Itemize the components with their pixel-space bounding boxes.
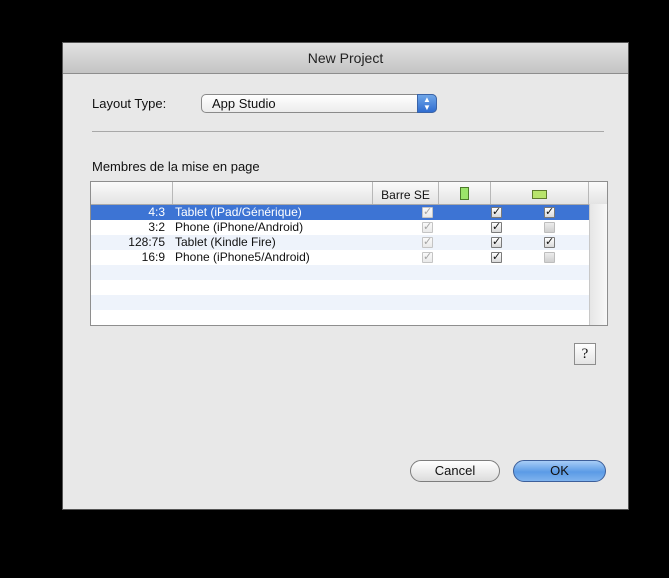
portrait-checkbox[interactable]: ✓ bbox=[491, 207, 502, 218]
header-name[interactable] bbox=[173, 182, 373, 204]
row-ratio: 4:3 bbox=[148, 205, 165, 219]
row-ratio: 16:9 bbox=[141, 250, 165, 264]
barre-se-checkbox: ✓ bbox=[422, 206, 433, 218]
table-row[interactable]: 4:3 Tablet (iPad/Générique) ✓ ✓ ✓ bbox=[91, 205, 589, 220]
new-project-dialog: New Project Layout Type: App Studio ▲ ▼ M… bbox=[62, 42, 629, 510]
row-ratio: 128:75 bbox=[128, 235, 165, 249]
layout-type-label: Layout Type: bbox=[92, 96, 167, 111]
barre-se-checkbox: ✓ bbox=[422, 236, 433, 248]
landscape-icon bbox=[532, 190, 547, 199]
layout-members-table[interactable]: Barre SE 4:3 Tablet (iPad/Générique) ✓ ✓… bbox=[90, 181, 608, 326]
landscape-checkbox[interactable]: ✓ bbox=[544, 237, 555, 248]
empty-row bbox=[91, 265, 589, 280]
table-row[interactable]: 3:2 Phone (iPhone/Android) ✓ ✓ bbox=[91, 220, 589, 235]
portrait-checkbox[interactable]: ✓ bbox=[491, 222, 502, 233]
table-header: Barre SE bbox=[91, 182, 607, 205]
barre-se-checkbox: ✓ bbox=[422, 251, 433, 263]
dialog-title: New Project bbox=[63, 43, 628, 74]
cancel-button[interactable]: Cancel bbox=[410, 460, 500, 482]
table-row[interactable]: 16:9 Phone (iPhone5/Android) ✓ ✓ bbox=[91, 250, 589, 265]
layout-type-select[interactable]: App Studio ▲ ▼ bbox=[201, 94, 437, 113]
header-landscape[interactable] bbox=[491, 182, 589, 204]
header-spacer bbox=[589, 182, 607, 204]
empty-row bbox=[91, 295, 589, 310]
layout-type-value: App Studio bbox=[212, 96, 276, 111]
barre-se-checkbox: ✓ bbox=[422, 221, 433, 233]
select-stepper-icon: ▲ ▼ bbox=[417, 94, 437, 113]
row-name: Tablet (Kindle Fire) bbox=[175, 235, 276, 249]
table-row[interactable]: 128:75 Tablet (Kindle Fire) ✓ ✓ ✓ bbox=[91, 235, 589, 250]
portrait-checkbox[interactable]: ✓ bbox=[491, 237, 502, 248]
help-button[interactable]: ? bbox=[574, 343, 596, 365]
vertical-scrollbar[interactable] bbox=[589, 204, 607, 325]
row-ratio: 3:2 bbox=[148, 220, 165, 234]
separator bbox=[92, 131, 604, 132]
row-name: Phone (iPhone5/Android) bbox=[175, 250, 310, 264]
landscape-checkbox[interactable] bbox=[544, 252, 555, 263]
ok-button[interactable]: OK bbox=[513, 460, 606, 482]
landscape-checkbox[interactable]: ✓ bbox=[544, 207, 555, 218]
section-label: Membres de la mise en page bbox=[92, 159, 260, 174]
header-portrait[interactable] bbox=[439, 182, 491, 204]
portrait-checkbox[interactable]: ✓ bbox=[491, 252, 502, 263]
header-ratio[interactable] bbox=[91, 182, 173, 204]
row-name: Tablet (iPad/Générique) bbox=[175, 205, 302, 219]
header-barre-se[interactable]: Barre SE bbox=[373, 182, 439, 204]
landscape-checkbox[interactable] bbox=[544, 222, 555, 233]
portrait-icon bbox=[460, 187, 469, 200]
row-name: Phone (iPhone/Android) bbox=[175, 220, 304, 234]
